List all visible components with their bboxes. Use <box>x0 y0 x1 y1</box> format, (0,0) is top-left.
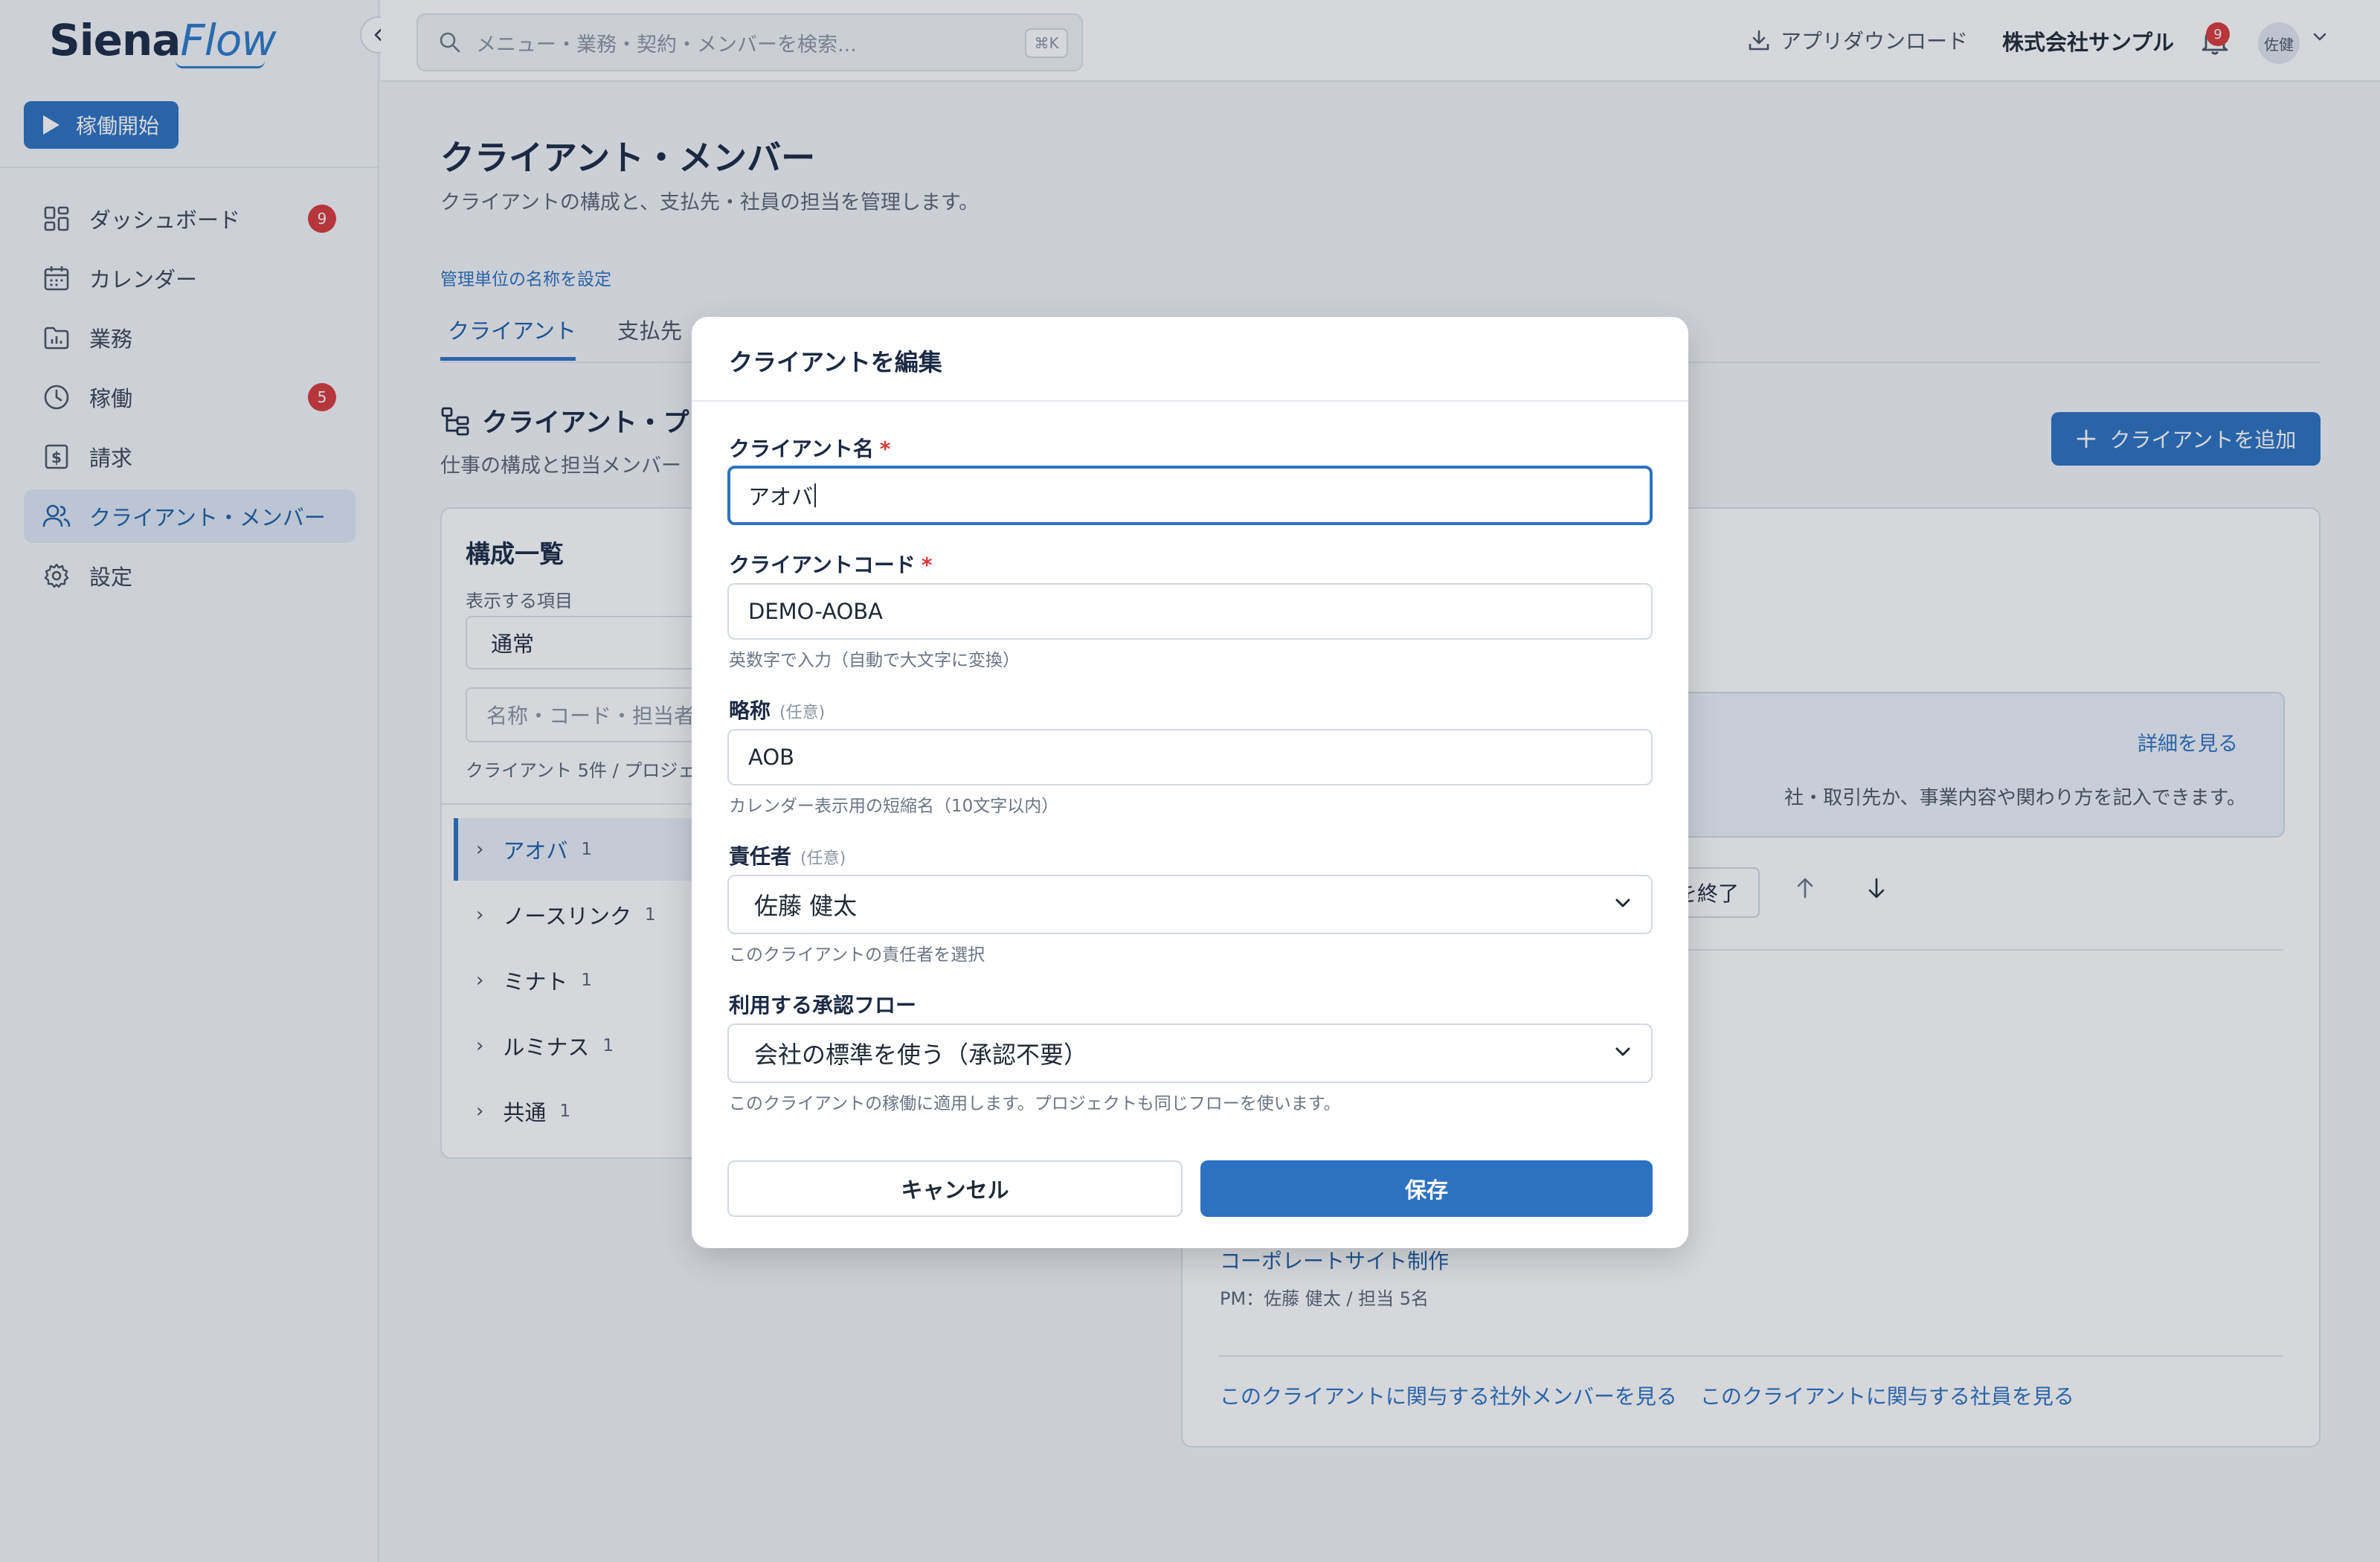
client-name-label: クライアント名 * <box>729 437 891 461</box>
short-name-label: 略称 (任意) <box>729 698 826 723</box>
required-mark: * <box>879 437 891 461</box>
approval-flow-value: 会社の標準を使う（承認不要） <box>754 1041 1088 1069</box>
client-name-input[interactable]: アオバ <box>727 466 1653 525</box>
owner-select[interactable]: 佐藤 健太 <box>727 875 1653 934</box>
client-code-input[interactable]: DEMO-AOBA <box>727 583 1653 640</box>
chevron-down-icon <box>1615 899 1630 907</box>
short-name-input[interactable]: AOB <box>727 729 1653 785</box>
modal-title: クライアントを編集 <box>729 348 942 376</box>
owner-help: このクライアントの責任者を選択 <box>729 945 985 965</box>
cancel-button[interactable]: キャンセル <box>727 1160 1183 1217</box>
text-caret <box>814 483 817 507</box>
client-code-help: 英数字で入力（自動で大文字に変換） <box>729 651 1020 670</box>
save-button[interactable]: 保存 <box>1200 1160 1653 1217</box>
approval-flow-help: このクライアントの稼働に適用します。プロジェクトも同じフローを使います。 <box>729 1094 1341 1113</box>
owner-label: 責任者 (任意) <box>729 844 846 869</box>
owner-value: 佐藤 健太 <box>754 892 858 920</box>
approval-flow-label: 利用する承認フロー <box>729 993 917 1018</box>
modal-header-divider <box>692 400 1688 402</box>
short-name-help: カレンダー表示用の短縮名（10文字以内） <box>729 797 1059 816</box>
required-mark: * <box>921 553 933 577</box>
approval-flow-select[interactable]: 会社の標準を使う（承認不要） <box>727 1023 1653 1083</box>
client-code-label: クライアントコード * <box>729 553 933 577</box>
client-name-value: アオバ <box>748 484 814 510</box>
chevron-down-icon <box>1615 1047 1630 1056</box>
